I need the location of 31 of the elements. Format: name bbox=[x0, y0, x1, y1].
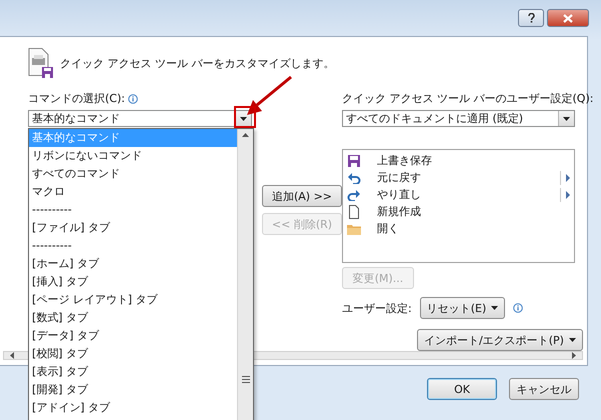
ok-button[interactable]: OK bbox=[427, 378, 497, 400]
action-button[interactable]: 追加(A) >> bbox=[262, 185, 342, 207]
dropdown-option[interactable]: [ファイル] タブ bbox=[29, 219, 237, 237]
dropdown-option[interactable]: [数式] タブ bbox=[29, 309, 237, 327]
scope-dropdown[interactable]: すべてのドキュメントに適用 (既定) bbox=[342, 110, 575, 127]
reset-button[interactable]: リセット(E) bbox=[420, 297, 506, 319]
import-export-button[interactable]: インポート/エクスポート(P) bbox=[417, 329, 583, 351]
dialog-heading: クイック アクセス ツール バーをカスタマイズします。 bbox=[60, 56, 334, 70]
dropdown-option[interactable]: [アドイン] タブ bbox=[29, 399, 237, 417]
dropdown-option[interactable]: [ホーム] タブ bbox=[29, 255, 237, 273]
field-label: コマンドの選択(C): bbox=[28, 91, 125, 106]
cancel-button[interactable]: キャンセル bbox=[509, 378, 579, 400]
dropdown-option[interactable]: すべてのコマンド bbox=[29, 165, 237, 183]
dropdown-option[interactable]: [データ] タブ bbox=[29, 327, 237, 345]
command-list-item[interactable]: 上書き保存 bbox=[343, 152, 574, 169]
dropdown-option[interactable]: [ページ レイアウト] タブ bbox=[29, 291, 237, 309]
dropdown-option[interactable]: ---------- bbox=[29, 201, 237, 219]
settings-label: ユーザー設定: bbox=[342, 300, 412, 316]
dropdown-option[interactable]: [挿入] タブ bbox=[29, 273, 237, 291]
command-list-item[interactable]: やり直し bbox=[343, 186, 574, 203]
dropdown-option[interactable]: [開発] タブ bbox=[29, 381, 237, 399]
dropdown-option[interactable]: [表示] タブ bbox=[29, 363, 237, 381]
command-list-item[interactable]: 新規作成 bbox=[343, 203, 574, 220]
dropdown-option[interactable]: リボンにないコマンド bbox=[29, 147, 237, 165]
field-label: クイック アクセス ツール バーのユーザー設定(Q): bbox=[342, 91, 594, 106]
commands-dropdown[interactable]: 基本的なコマンド bbox=[28, 110, 252, 127]
dropdown-option[interactable]: ---------- bbox=[29, 237, 237, 255]
command-list-item[interactable]: 元に戻す bbox=[343, 169, 574, 186]
dropdown-option[interactable]: マクロ bbox=[29, 183, 237, 201]
dropdown-option[interactable]: [校閲] タブ bbox=[29, 345, 237, 363]
command-list-item[interactable]: 開く bbox=[343, 220, 574, 237]
